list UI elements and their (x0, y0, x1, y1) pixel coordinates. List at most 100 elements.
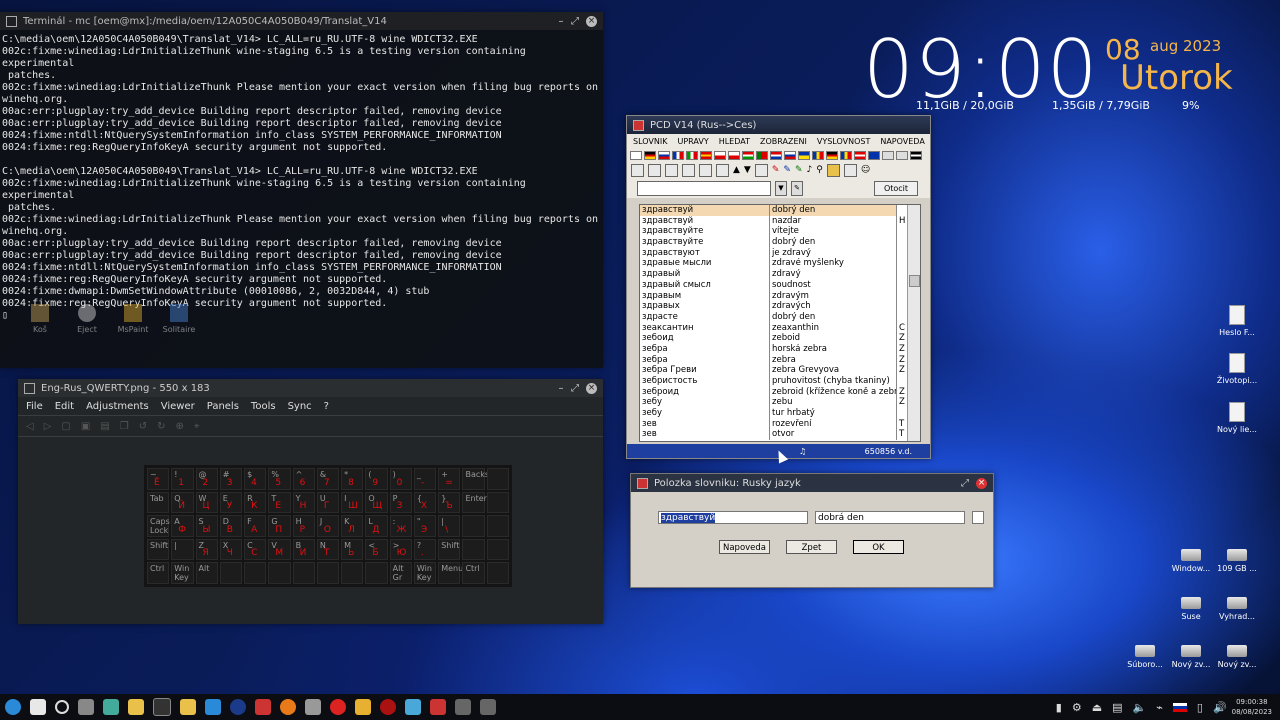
location-icon[interactable]: ⌖ (194, 421, 200, 432)
screenshot-icon[interactable] (102, 699, 119, 715)
volume-icon[interactable]: 🔊 (1213, 701, 1227, 714)
network-icon[interactable]: ⚙ (1072, 701, 1082, 714)
minimize-icon[interactable]: – (554, 16, 568, 27)
dictionary-entry-dialog[interactable]: Polozka slovniku: Rusky jazyk ⤢ × здравс… (630, 473, 994, 588)
copy-icon[interactable]: ❐ (120, 421, 129, 432)
power-icon[interactable]: ▤ (1112, 701, 1122, 714)
pinwheel-icon[interactable] (354, 699, 371, 715)
desktop-icon-solitaire[interactable]: Solitaire (149, 304, 209, 334)
close-icon[interactable]: × (586, 15, 597, 27)
flag-icon[interactable] (770, 150, 782, 160)
dictionary-row[interactable]: здравый смысл soudnost (640, 279, 920, 291)
window-icon[interactable] (479, 699, 496, 715)
open-icon[interactable]: ▢ (61, 421, 70, 432)
dictionary-scrollbar[interactable] (907, 205, 920, 441)
desktop-grid-icon[interactable] (77, 699, 94, 715)
back-icon[interactable]: ◁ (26, 421, 34, 432)
menu-zobrazeni[interactable]: ZOBRAZENI (760, 137, 807, 146)
translation-input[interactable]: dobrá den (815, 511, 965, 524)
dictionary-row[interactable]: здравствуют je zdravý (640, 247, 920, 259)
dictionary-row[interactable]: здравым zdravým (640, 290, 920, 302)
volume-mute-icon[interactable]: 🔈 (1133, 701, 1147, 714)
desktop-icon-109gb-drive[interactable]: 109 GB ... (1207, 545, 1267, 573)
speaker-icon[interactable]: ♫ (799, 447, 806, 456)
dictionary-row[interactable]: зебу tur hrbatý (640, 408, 920, 419)
menu-slovnik[interactable]: SLOVNIK (633, 137, 667, 146)
flag-icon[interactable] (672, 150, 684, 160)
arrow-down-icon[interactable]: ▼ (744, 165, 751, 175)
flag-icon[interactable] (686, 150, 698, 160)
menu-file[interactable]: File (26, 401, 43, 412)
copy-entry-icon[interactable] (665, 163, 678, 177)
flag-icon[interactable] (756, 150, 768, 160)
ok-button[interactable]: OK (853, 540, 904, 554)
speaker-icon[interactable]: ♪ (806, 165, 812, 175)
folder-icon[interactable] (127, 699, 144, 715)
pcd-app-icon[interactable] (429, 699, 446, 715)
pcd-dictionary-window[interactable]: PCD V14 (Rus-->Ces) SLOVNIK UPRAVY HLEDA… (626, 115, 931, 459)
flag-icon[interactable] (896, 150, 908, 160)
pen-green-icon[interactable]: ✎ (795, 165, 803, 175)
dictionary-list[interactable]: здравствуй dobrý den здравствуй nazdar H здра… (639, 204, 921, 442)
folder-icon[interactable] (179, 699, 196, 715)
rotate-left-icon[interactable]: ↺ (139, 421, 147, 432)
desktop-icon-novy-list[interactable]: Nový lie... (1207, 402, 1267, 434)
window-icon[interactable] (454, 699, 471, 715)
flag-icon[interactable] (868, 150, 880, 160)
menu-upravy[interactable]: UPRAVY (677, 137, 708, 146)
desktop-icon-vyhrad-drive[interactable]: Vyhrad... (1207, 593, 1267, 621)
paste-icon[interactable] (648, 163, 661, 177)
flag-icon[interactable] (700, 150, 712, 160)
menu-vyslovnost[interactable]: VYSLOVNOST (817, 137, 870, 146)
edit-icon[interactable]: ✎ (791, 180, 803, 196)
notification-icon[interactable]: ▯ (1197, 701, 1203, 714)
flag-icon[interactable] (742, 150, 754, 160)
pen-blue-icon[interactable]: ✎ (783, 165, 791, 175)
media-icon[interactable] (254, 699, 271, 715)
dictionary-row[interactable]: зебристость pruhovitost (chyba tkaniny) (640, 376, 920, 387)
dictionary-row[interactable]: здравый zdravý (640, 269, 920, 280)
battery-icon[interactable]: ▮ (1056, 701, 1062, 714)
mx-tools-icon[interactable] (229, 699, 246, 715)
menu-sync[interactable]: Sync (288, 401, 312, 412)
image-viewer-icon[interactable] (404, 699, 421, 715)
pcd-titlebar[interactable]: PCD V14 (Rus-->Ces) (627, 116, 930, 134)
menu-viewer[interactable]: Viewer (161, 401, 195, 412)
pcd-search-input[interactable] (637, 180, 771, 196)
menu-edit[interactable]: Edit (55, 401, 74, 412)
save-icon[interactable]: ▣ (81, 421, 90, 432)
keyboard-layout-icon[interactable] (1172, 702, 1187, 712)
clipboard-icon[interactable] (699, 163, 712, 177)
search-icon[interactable] (54, 700, 69, 714)
flag-icon[interactable] (854, 150, 866, 160)
flag-icon[interactable] (728, 150, 740, 160)
dictionary-row[interactable]: здравые мысли zdravé myšlenky (640, 258, 920, 270)
maximize-icon[interactable]: ⤢ (568, 16, 582, 27)
menu-hledat[interactable]: HLEDAT (719, 137, 750, 146)
desktop-icon-novy-zv-2[interactable]: Nový zv... (1207, 641, 1267, 669)
arrow-up-icon[interactable]: ▲ (733, 165, 740, 175)
viewer-titlebar[interactable]: Eng-Rus_QWERTY.png - 550 x 183 – ⤢ × (18, 379, 603, 397)
chevron-down-icon[interactable]: ▼ (775, 180, 787, 196)
dictionary-row[interactable]: здравствуй nazdar H (640, 215, 920, 227)
terminal-output[interactable]: C:\media\oem\12A050C4A050B049\Translat_V… (0, 30, 603, 326)
menu-panels[interactable]: Panels (207, 401, 239, 412)
rotate-right-icon[interactable]: ↻ (157, 421, 165, 432)
pen-red-icon[interactable]: ✎ (772, 165, 780, 175)
paste-entry-icon[interactable] (682, 163, 695, 177)
desktop-icon-zivotopis[interactable]: Životopi... (1207, 353, 1267, 385)
clipboard-paste-icon[interactable] (716, 163, 729, 177)
opera-icon[interactable] (329, 699, 346, 715)
forward-icon[interactable]: ▷ (44, 421, 52, 432)
dictionary-row[interactable]: здравствуй dobrý den (640, 205, 920, 216)
flag-icon[interactable] (826, 150, 838, 160)
flag-icon[interactable] (658, 150, 670, 160)
dictionary-row[interactable]: здравых zdravých (640, 301, 920, 312)
flag-icon[interactable] (840, 150, 852, 160)
dictionary-row[interactable]: зебра Греви zebra Grevyova Z (640, 365, 920, 376)
back-button[interactable]: Zpet (786, 540, 837, 554)
person-icon[interactable]: ☺ (861, 165, 870, 175)
minimize-icon[interactable]: – (554, 383, 568, 394)
dictionary-row[interactable]: зев otvor T (640, 429, 920, 441)
swap-direction-button[interactable]: Otocit (874, 180, 918, 196)
